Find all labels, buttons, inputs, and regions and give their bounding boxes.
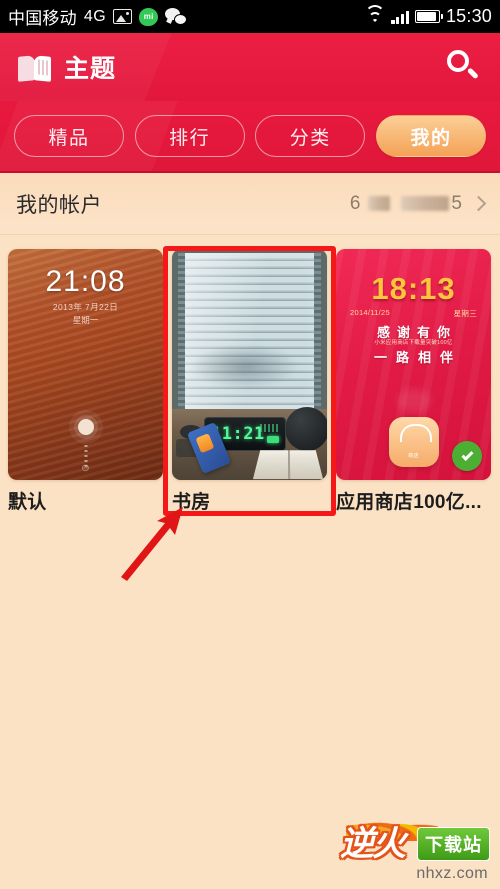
chevron-right-icon <box>470 195 487 212</box>
theme-thumbnail-appstore-promo[interactable]: 18:13 2014/11/25 星期三 感谢有你 小米应用商店下载量突破100… <box>336 249 491 480</box>
tab-bar: 精品 排行 分类 我的 <box>0 101 500 173</box>
tab-mine[interactable]: 我的 <box>375 115 486 157</box>
search-icon[interactable] <box>442 47 482 87</box>
theme-card-default[interactable]: 21:08 2013年 7月22日 星期一 ⊖ 默认 <box>8 249 163 514</box>
account-masked-part-1 <box>368 196 391 211</box>
theme-card-study[interactable]: 11:21 书房 <box>172 249 327 514</box>
watermark-site: nhxz.com <box>416 865 488 882</box>
mi-message-icon: mi <box>139 7 159 26</box>
theme-grid: 21:08 2013年 7月22日 星期一 ⊖ 默认 11:21 书房 18:1… <box>0 235 500 514</box>
theme-card-appstore-promo[interactable]: 18:13 2014/11/25 星期三 感谢有你 小米应用商店下载量突破100… <box>336 249 491 514</box>
tab-category[interactable]: 分类 <box>255 115 366 157</box>
status-bar: 中国移动 4G mi 15:30 <box>0 0 500 33</box>
promo-line-3: 一路相伴 <box>373 350 462 365</box>
account-masked-part-2 <box>401 196 450 211</box>
status-bar-left: 中国移动 4G mi <box>8 4 188 29</box>
promo-glow <box>396 389 431 413</box>
my-account-label: 我的帐户 <box>16 193 102 217</box>
wechat-icon <box>165 8 188 25</box>
promo-weekday: 星期三 <box>453 309 477 318</box>
promo-date-row: 2014/11/25 星期三 <box>350 308 477 319</box>
theme-thumbnail-default[interactable]: 21:08 2013年 7月22日 星期一 ⊖ <box>8 249 163 480</box>
annotation-arrow <box>121 507 183 581</box>
network-type: 4G <box>83 7 107 25</box>
theme-label-appstore-promo: 应用商店100亿... <box>336 492 482 513</box>
my-account-value-group: 6 5 <box>350 193 487 215</box>
promo-line-2: 小米应用商店下载量突破100亿 <box>374 340 453 346</box>
photo-icon <box>113 9 133 24</box>
signal-icon <box>391 9 409 24</box>
tab-ranking[interactable]: 排行 <box>134 115 245 157</box>
desk-lamp-graphic <box>285 407 327 451</box>
clock: 15:30 <box>445 6 492 26</box>
status-bar-right: 15:30 <box>365 4 492 27</box>
open-book-graphic <box>252 450 324 480</box>
applied-check-badge <box>452 441 482 471</box>
watermark: 逆火 下载站 nhxz.com <box>340 811 494 885</box>
theme-thumbnail-study[interactable]: 11:21 <box>172 249 327 480</box>
battery-icon <box>414 10 443 23</box>
carrier-name: 中国移动 <box>8 9 77 28</box>
watermark-logo: 逆火 <box>340 825 406 863</box>
account-prefix: 6 <box>349 192 361 214</box>
blind-rail-right <box>314 253 321 409</box>
watermark-badge: 下载站 <box>417 827 490 861</box>
theme-label-study: 书房 <box>172 492 211 513</box>
my-account-value: 6 5 <box>350 193 462 215</box>
lockscreen-weekday: 星期一 <box>72 315 99 325</box>
theme-book-icon <box>18 54 51 82</box>
app-store-bag-label: 商店 <box>408 453 419 459</box>
tab-featured[interactable]: 精品 <box>14 115 124 157</box>
app-header: 主题 <box>0 33 500 101</box>
lockscreen-date: 2013年 7月22日 <box>52 302 119 312</box>
blind-rail-left <box>178 253 185 409</box>
wifi-icon <box>365 4 386 25</box>
lock-ring-icon <box>77 419 94 435</box>
app-store-bag-icon: 商店 <box>388 417 439 467</box>
promo-date: 2014/11/25 <box>350 308 390 317</box>
page-title: 主题 <box>64 55 117 83</box>
promo-clock: 18:13 <box>371 271 456 306</box>
window-shadow <box>190 344 300 389</box>
lock-home-icon: ⊖ <box>81 463 90 474</box>
account-suffix: 5 <box>451 192 462 214</box>
theme-label-default: 默认 <box>8 492 47 513</box>
my-account-row[interactable]: 我的帐户 6 5 <box>0 173 500 235</box>
lockscreen-clock: 21:08 <box>45 265 126 298</box>
